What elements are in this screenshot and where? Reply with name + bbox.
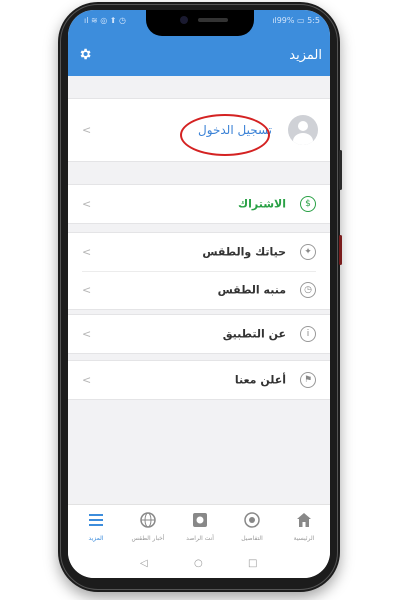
subscription-label: الاشتراك bbox=[238, 197, 286, 211]
chevron-left-icon: < bbox=[82, 123, 92, 137]
bottom-navigation: المزيد أخبار الطقس أنت الراصد التفاصيل ا… bbox=[68, 504, 330, 551]
back-button[interactable]: ◁ bbox=[140, 558, 148, 569]
camera-notch bbox=[146, 10, 254, 36]
recents-button[interactable]: □ bbox=[248, 558, 257, 569]
app-screen: ıl ≋ ◎ ⬆ ◷ ıl99% ▭ 5:5 المزيد تسجيل الدخ… bbox=[68, 10, 330, 578]
nav-weather-news[interactable]: أخبار الطقس bbox=[122, 509, 174, 549]
status-bar-left: ıl ≋ ◎ ⬆ ◷ bbox=[84, 16, 126, 25]
nav-observer-label: أنت الراصد bbox=[186, 535, 214, 542]
life-weather-row[interactable]: ✦ حياتك والطقس < bbox=[68, 233, 330, 271]
front-camera bbox=[180, 16, 188, 24]
globe-icon bbox=[140, 512, 156, 528]
chevron-left-icon: < bbox=[82, 327, 92, 341]
nav-details-label: التفاصيل bbox=[241, 535, 263, 542]
running-person-icon: ✦ bbox=[300, 244, 316, 260]
subscription-section: $ الاشتراك < bbox=[68, 184, 330, 224]
subscription-row[interactable]: $ الاشتراك < bbox=[68, 185, 330, 223]
nav-more[interactable]: المزيد bbox=[70, 509, 122, 549]
nav-observer[interactable]: أنت الراصد bbox=[174, 509, 226, 549]
home-icon bbox=[297, 513, 311, 527]
nav-weather-news-label: أخبار الطقس bbox=[131, 535, 165, 542]
dollar-icon: $ bbox=[300, 196, 316, 212]
system-navigation-bar: ◁ ○ □ bbox=[68, 550, 330, 578]
status-bar-right: ıl99% ▭ 5:5 bbox=[272, 16, 320, 25]
chevron-left-icon: < bbox=[82, 245, 92, 259]
chevron-left-icon: < bbox=[82, 197, 92, 211]
power-button bbox=[339, 150, 342, 190]
home-button[interactable]: ○ bbox=[194, 558, 203, 569]
chevron-left-icon: < bbox=[82, 373, 92, 387]
avatar bbox=[288, 115, 318, 145]
life-weather-label: حياتك والطقس bbox=[202, 245, 286, 259]
nav-home[interactable]: الرئيسية bbox=[278, 509, 330, 549]
megaphone-icon: ⚑ bbox=[300, 372, 316, 388]
camera-icon bbox=[193, 513, 207, 527]
nav-details[interactable]: التفاصيل bbox=[226, 509, 278, 549]
advertise-section: ⚑ أعلن معنا < bbox=[68, 360, 330, 400]
volume-button bbox=[339, 235, 342, 265]
nav-more-label: المزيد bbox=[88, 535, 104, 542]
weather-alarm-row[interactable]: ◷ منبه الطقس < bbox=[68, 271, 330, 309]
gear-icon[interactable] bbox=[78, 47, 92, 61]
about-label: عن التطبيق bbox=[222, 327, 286, 341]
weather-details-icon bbox=[244, 512, 260, 528]
weather-alarm-label: منبه الطقس bbox=[217, 283, 286, 297]
earpiece bbox=[198, 18, 228, 22]
advertise-row[interactable]: ⚑ أعلن معنا < bbox=[68, 361, 330, 399]
weather-section: ✦ حياتك والطقس < ◷ منبه الطقس < bbox=[68, 232, 330, 310]
page-title: المزيد bbox=[289, 48, 322, 63]
advertise-label: أعلن معنا bbox=[234, 373, 286, 387]
about-section: i عن التطبيق < bbox=[68, 314, 330, 354]
login-highlight-ring bbox=[180, 114, 270, 156]
alarm-clock-icon: ◷ bbox=[300, 282, 316, 298]
menu-icon bbox=[89, 514, 103, 526]
nav-home-label: الرئيسية bbox=[293, 535, 315, 542]
info-icon: i bbox=[300, 326, 316, 342]
chevron-left-icon: < bbox=[82, 283, 92, 297]
about-row[interactable]: i عن التطبيق < bbox=[68, 315, 330, 353]
